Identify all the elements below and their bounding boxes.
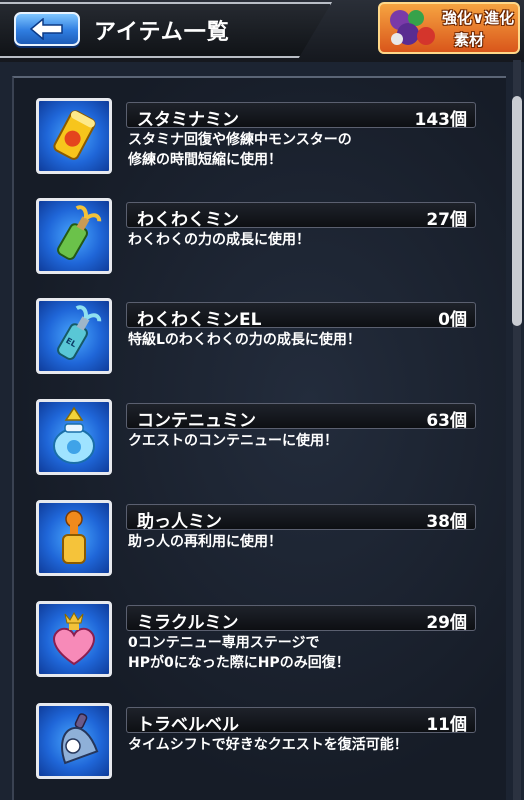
list-item[interactable]: EL わくわくミンEL 0個 特級Lのわくわくの力の成長に使用！ bbox=[36, 298, 476, 378]
item-icon-frame: EL bbox=[36, 298, 112, 374]
travel-bell-icon bbox=[61, 713, 99, 765]
material-button-line1: 強化∨進化 bbox=[442, 9, 515, 27]
item-icon-frame bbox=[36, 601, 112, 677]
item-description: 0コンテニュー専用ステージで HPが0になった際にHPのみ回復！ bbox=[128, 633, 474, 673]
item-description: タイムシフトで好きなクエストを復活可能！ bbox=[128, 735, 474, 755]
list-item[interactable]: スタミナミン 143個 スタミナ回復や修練中モンスターの 修練の時間短縮に使用！ bbox=[36, 98, 476, 178]
back-arrow-icon bbox=[30, 18, 63, 40]
item-icon-frame bbox=[36, 98, 112, 174]
stamina-can-icon bbox=[53, 110, 96, 160]
item-name: わくわくミン bbox=[137, 210, 239, 230]
item-name-bar: スタミナミン 143個 bbox=[126, 102, 476, 130]
item-name: 助っ人ミン bbox=[137, 512, 222, 532]
item-count: 63個 bbox=[426, 411, 467, 431]
item-description-line: わくわくの力の成長に使用！ bbox=[128, 232, 310, 248]
item-description: 特級Lのわくわくの力の成長に使用！ bbox=[128, 330, 474, 350]
scrollbar-thumb[interactable] bbox=[512, 96, 522, 326]
item-name: トラベルベル bbox=[137, 715, 239, 735]
material-orbs-icon bbox=[390, 10, 435, 45]
item-description-line: 修練の時間短縮に使用！ bbox=[128, 152, 282, 168]
item-name: わくわくミンEL bbox=[137, 310, 262, 330]
wakuwaku-el-bottle-icon: EL bbox=[57, 305, 102, 360]
list-item[interactable]: わくわくミン 27個 わくわくの力の成長に使用！ bbox=[36, 198, 476, 278]
item-description-line: 助っ人の再利用に使用！ bbox=[128, 534, 282, 550]
item-icon-frame bbox=[36, 399, 112, 475]
item-name: コンテニュミン bbox=[137, 411, 256, 431]
item-count: 27個 bbox=[426, 210, 467, 230]
item-count: 29個 bbox=[426, 613, 467, 633]
item-description: わくわくの力の成長に使用！ bbox=[128, 230, 474, 250]
back-button[interactable] bbox=[14, 12, 80, 46]
item-name: スタミナミン bbox=[137, 110, 239, 130]
wakuwaku-bottle-icon bbox=[57, 205, 102, 260]
item-name: ミラクルミン bbox=[137, 613, 239, 633]
material-button-line2: 素材 bbox=[454, 31, 485, 49]
list-item[interactable]: ミラクルミン 29個 0コンテニュー専用ステージで HPが0になった際にHPのみ… bbox=[36, 601, 476, 681]
item-name-bar: トラベルベル 11個 bbox=[126, 707, 476, 735]
item-description-line: タイムシフトで好きなクエストを復活可能！ bbox=[128, 737, 408, 753]
enhance-evolve-material-button[interactable]: 強化∨進化 素材 bbox=[378, 2, 520, 54]
item-name-bar: わくわくミン 27個 bbox=[126, 202, 476, 230]
item-description: スタミナ回復や修練中モンスターの 修練の時間短縮に使用！ bbox=[128, 130, 474, 170]
item-name-bar: ミラクルミン 29個 bbox=[126, 605, 476, 633]
item-count: 0個 bbox=[438, 310, 467, 330]
item-description-line: 特級Lのわくわくの力の成長に使用！ bbox=[128, 332, 361, 348]
helper-bottle-icon bbox=[62, 510, 86, 564]
item-count: 143個 bbox=[414, 110, 468, 130]
miracle-heart-icon bbox=[53, 611, 95, 666]
item-icon-frame bbox=[36, 703, 112, 779]
item-name-bar: コンテニュミン 63個 bbox=[126, 403, 476, 431]
item-description: 助っ人の再利用に使用！ bbox=[128, 532, 474, 552]
item-description-line: 0コンテニュー専用ステージで bbox=[128, 635, 320, 651]
continue-jar-icon bbox=[53, 406, 95, 464]
item-description-line: クエストのコンテニューに使用！ bbox=[128, 433, 338, 449]
item-description-line: スタミナ回復や修練中モンスターの bbox=[128, 132, 352, 148]
header-bar: アイテム一覧 強化∨進化 素材 bbox=[0, 0, 524, 62]
item-icon-frame bbox=[36, 198, 112, 274]
item-name-bar: 助っ人ミン 38個 bbox=[126, 504, 476, 532]
list-item[interactable]: 助っ人ミン 38個 助っ人の再利用に使用！ bbox=[36, 500, 476, 580]
list-item[interactable]: トラベルベル 11個 タイムシフトで好きなクエストを復活可能！ bbox=[36, 703, 476, 783]
item-icon-frame bbox=[36, 500, 112, 576]
list-item[interactable]: コンテニュミン 63個 クエストのコンテニューに使用！ bbox=[36, 399, 476, 479]
item-count: 11個 bbox=[426, 715, 467, 735]
item-name-bar: わくわくミンEL 0個 bbox=[126, 302, 476, 330]
page-title: アイテム一覧 bbox=[94, 20, 230, 45]
item-description-line: HPが0になった際にHPのみ回復！ bbox=[128, 655, 350, 671]
item-description: クエストのコンテニューに使用！ bbox=[128, 431, 474, 451]
item-count: 38個 bbox=[426, 512, 467, 532]
